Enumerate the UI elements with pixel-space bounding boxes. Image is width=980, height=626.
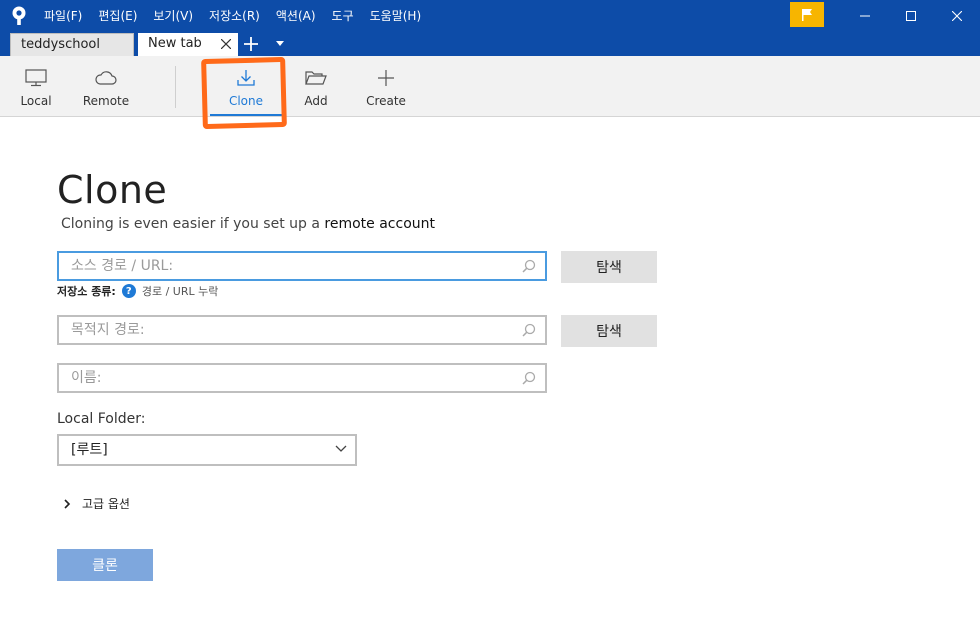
tab-label: teddyschool	[21, 37, 100, 52]
menu-repository[interactable]: 저장소(R)	[201, 0, 268, 32]
minimize-button[interactable]	[842, 0, 888, 32]
local-folder-label: Local Folder:	[57, 411, 146, 427]
menu-view[interactable]: 보기(V)	[145, 0, 201, 32]
flag-icon	[802, 8, 812, 21]
remote-account-link[interactable]: remote account	[324, 216, 435, 232]
sourcetree-logo-icon	[12, 6, 26, 25]
plus-icon	[244, 37, 258, 51]
destination-path-field	[57, 315, 547, 345]
search-icon	[522, 371, 536, 385]
cloud-icon	[95, 71, 117, 85]
toolbar-remote[interactable]: Remote	[80, 56, 132, 117]
local-folder-select[interactable]: [루트]	[57, 434, 357, 466]
page-subtitle: Cloning is even easier if you set up a r…	[61, 216, 435, 232]
close-window-button[interactable]	[934, 0, 980, 32]
menu-edit[interactable]: 편집(E)	[90, 0, 145, 32]
search-icon	[522, 259, 536, 273]
search-icon	[522, 323, 536, 337]
repo-type-label: 저장소 종류:	[57, 285, 116, 298]
toolbar: Local Remote Clone Add Create	[0, 56, 980, 117]
toolbar-add-label: Add	[304, 94, 328, 108]
chevron-right-icon	[64, 498, 71, 509]
local-folder-value: [루트]	[71, 442, 108, 458]
flag-button[interactable]	[790, 2, 824, 27]
menu-tools[interactable]: 도구	[324, 0, 362, 32]
page-title: Clone	[57, 168, 168, 212]
toolbar-separator	[175, 66, 176, 108]
toolbar-create[interactable]: Create	[360, 56, 412, 117]
source-url-field	[57, 251, 547, 281]
tab-teddyschool[interactable]: teddyschool	[10, 33, 134, 56]
maximize-icon	[906, 11, 916, 21]
minimize-icon	[860, 15, 870, 17]
new-tab-button[interactable]	[240, 34, 262, 54]
help-icon[interactable]: ?	[121, 284, 136, 298]
title-bar: 파일(F) 편집(E) 보기(V) 저장소(R) 액션(A) 도구 도움말(H)	[0, 0, 980, 32]
toolbar-add[interactable]: Add	[294, 56, 338, 117]
subtitle-text: Cloning is even easier if you set up a	[61, 216, 325, 232]
menu-bar: 파일(F) 편집(E) 보기(V) 저장소(R) 액션(A) 도구 도움말(H)	[36, 0, 429, 32]
plus-icon	[378, 70, 394, 86]
folder-open-icon	[305, 71, 327, 85]
toolbar-local-label: Local	[20, 94, 52, 108]
monitor-icon	[25, 69, 47, 87]
advanced-options-toggle[interactable]: 고급 옵션	[62, 495, 130, 512]
toolbar-create-label: Create	[366, 94, 406, 108]
name-input[interactable]	[59, 365, 545, 391]
destination-path-input[interactable]	[59, 317, 545, 343]
menu-actions[interactable]: 액션(A)	[268, 0, 324, 32]
tab-new-tab[interactable]: New tab	[138, 33, 238, 56]
menu-help[interactable]: 도움말(H)	[362, 0, 430, 32]
source-url-input[interactable]	[59, 253, 545, 279]
chevron-down-icon	[335, 445, 347, 452]
tab-list-dropdown[interactable]	[270, 34, 290, 54]
toolbar-local[interactable]: Local	[14, 56, 58, 117]
menu-file[interactable]: 파일(F)	[36, 0, 90, 32]
browse-destination-button[interactable]: 탐색	[561, 315, 657, 347]
caret-down-icon	[276, 41, 284, 46]
tab-label: New tab	[148, 36, 202, 51]
clone-button[interactable]: 클론	[57, 549, 153, 581]
annotation-highlight	[201, 56, 287, 130]
toolbar-remote-label: Remote	[82, 94, 130, 108]
close-icon	[221, 39, 231, 49]
repository-type: 저장소 종류: ? 경로 / URL 누락	[57, 283, 218, 299]
browse-source-button[interactable]: 탐색	[561, 251, 657, 283]
maximize-button[interactable]	[888, 0, 934, 32]
name-field	[57, 363, 547, 393]
advanced-options-label: 고급 옵션	[82, 497, 130, 511]
close-icon	[952, 11, 962, 21]
repo-type-value: 경로 / URL 누락	[141, 285, 219, 298]
tab-strip: teddyschool New tab	[0, 32, 980, 56]
tab-close-button[interactable]	[218, 33, 234, 55]
